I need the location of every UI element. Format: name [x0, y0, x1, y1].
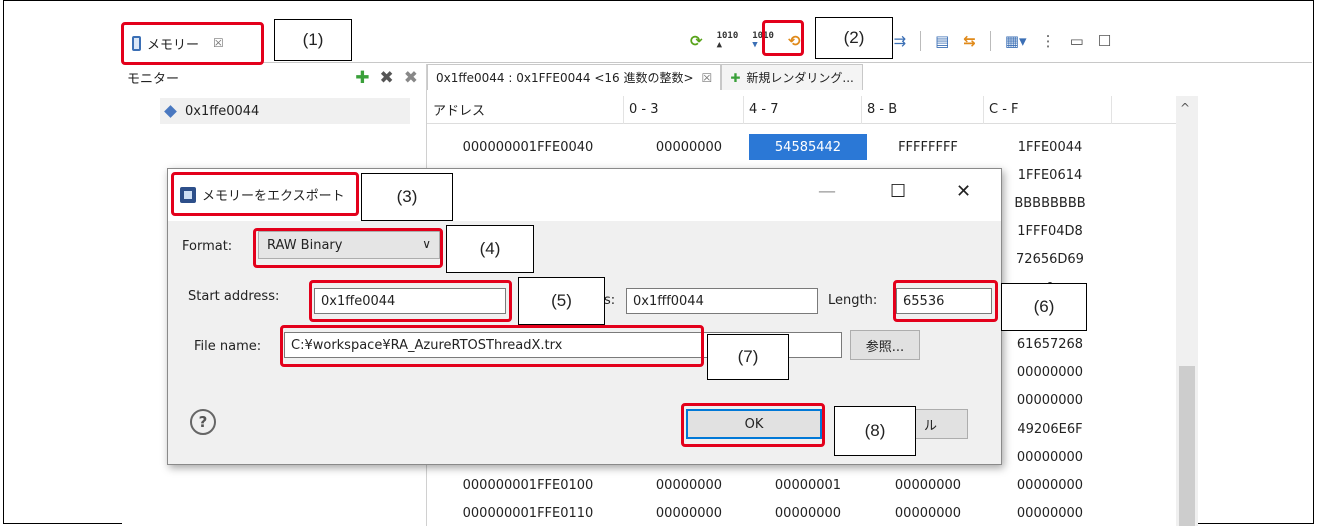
length-label: Length: [828, 293, 878, 308]
monitor-item[interactable]: 0x1ffe0044 [160, 98, 410, 124]
value-cell[interactable]: 00000000 [749, 501, 867, 527]
callout-label: (7) [707, 334, 789, 380]
toolbar-separator [920, 31, 922, 51]
value-cell[interactable]: 00000000 [629, 134, 749, 160]
value-cell[interactable]: 00000000 [989, 472, 1111, 498]
toolbar-separator [989, 31, 991, 51]
column-divider [861, 96, 862, 124]
help-icon[interactable]: ? [190, 409, 216, 435]
value-cell[interactable]: 54585442 [749, 134, 867, 160]
highlight-dialog-title [171, 172, 359, 216]
callout-label: (5) [518, 277, 605, 325]
value-cell[interactable]: 00000000 [989, 501, 1111, 527]
maximize-view-icon[interactable]: ☐ [1098, 32, 1111, 50]
value-cell[interactable]: 1FFF04D8 [989, 219, 1111, 245]
new-rendering-tab-label: 新規レンダリング... [746, 71, 854, 85]
column-divider [1111, 96, 1112, 124]
view-toolbar: ⟳ 1010 ▲ 1010 ▼ ⟲ ⇉ ▤ ⇆ ▦▾ ⋮ ▭ ☐ [690, 24, 1111, 58]
highlight-file-name [280, 325, 704, 367]
callout-label: (4) [446, 225, 534, 273]
value-cell[interactable]: 00000001 [749, 472, 867, 498]
table-icon[interactable]: ▤ [935, 32, 949, 50]
value-cell[interactable]: 72656D69 [989, 247, 1111, 273]
highlight-export-button [762, 20, 804, 56]
callout-label: (1) [274, 19, 352, 61]
file-name-label: File name: [194, 339, 262, 354]
monitors-header-label: モニター [127, 71, 180, 87]
table-row[interactable]: 000000001FFE0100 00000000 00000001 00000000… [427, 472, 1127, 498]
remove-all-monitors-icon[interactable]: ✖ [404, 68, 418, 88]
highlight-format [253, 228, 443, 268]
callout-label: (3) [361, 173, 453, 221]
rendering-tab-label: 0x1ffe0044 : 0x1FFE0044 <16 進数の整数> [436, 71, 694, 85]
value-cell[interactable]: 00000000 [989, 360, 1111, 386]
value-cell[interactable]: 00000000 [989, 444, 1111, 470]
callout-label: (2) [815, 17, 893, 59]
column-divider [623, 96, 624, 124]
highlight-ok-button [681, 403, 825, 447]
close-button[interactable]: ✕ [956, 181, 971, 202]
import-memory-icon[interactable]: 1010 ▲ [717, 32, 739, 50]
value-cell[interactable]: 00000000 [867, 472, 989, 498]
browse-button[interactable]: 参照... [850, 330, 920, 360]
new-rendering-tab[interactable]: ✚ 新規レンダリング... [721, 64, 863, 90]
minimize-view-icon[interactable]: ▭ [1070, 32, 1084, 50]
value-cell[interactable]: 49206E6F [989, 416, 1111, 442]
table-row[interactable]: 000000001FFE0110 00000000 00000000 00000000… [427, 501, 1127, 527]
column-header: 4 - 7 [749, 102, 779, 117]
minimize-button[interactable]: — [818, 181, 836, 202]
address-cell[interactable]: 000000001FFE0100 [433, 472, 623, 498]
add-monitor-icon[interactable]: ✚ [355, 68, 369, 88]
layout-icon[interactable]: ▦▾ [1005, 32, 1027, 50]
value-cell[interactable]: 00000000 [867, 501, 989, 527]
value-cell[interactable]: BBBBBBBB [989, 190, 1111, 216]
highlight-length [893, 280, 998, 322]
value-cell[interactable]: 00000000 [989, 388, 1111, 414]
value-cell[interactable]: 00000000 [629, 501, 749, 527]
scroll-up-icon[interactable]: ^ [1180, 101, 1190, 115]
highlight-start-address [309, 280, 512, 322]
column-header: 0 - 3 [629, 102, 659, 117]
scroll-thumb[interactable] [1179, 366, 1195, 526]
switch-icon[interactable]: ⇆ [963, 32, 976, 50]
rendering-tab[interactable]: 0x1ffe0044 : 0x1FFE0044 <16 進数の整数> ☒ [427, 64, 722, 90]
add-rendering-icon: ✚ [730, 70, 741, 85]
tab-divider [122, 62, 1312, 63]
start-address-label: Start address: [188, 289, 280, 304]
rendering-tabs: 0x1ffe0044 : 0x1FFE0044 <16 進数の整数> ☒ ✚ 新… [427, 64, 863, 90]
remove-monitor-icon[interactable]: ✖ [380, 68, 394, 88]
value-cell[interactable]: 1FFE0044 [989, 134, 1111, 160]
column-divider [743, 96, 744, 124]
column-header: 8 - B [867, 102, 898, 117]
column-header: アドレス [433, 104, 486, 119]
address-cell[interactable]: 000000001FFE0110 [433, 501, 623, 527]
value-cell[interactable]: 61657268 [989, 331, 1111, 357]
maximize-button[interactable]: ☐ [890, 181, 906, 202]
memory-table-header: アドレス 0 - 3 4 - 7 8 - B C - F [427, 96, 1195, 124]
end-address-input[interactable]: 0x1fff0044 [626, 288, 818, 314]
highlight-memory-tab [121, 22, 264, 65]
monitor-diamond-icon [164, 104, 177, 118]
format-label: Format: [182, 239, 233, 254]
table-row[interactable]: 000000001FFE0040 00000000 54585442 FFFFFFFF… [427, 134, 1127, 160]
close-icon[interactable]: ☒ [702, 71, 713, 85]
callout-label: (6) [1001, 283, 1087, 331]
value-cell[interactable]: 00000000 [629, 472, 749, 498]
callout-label: (8) [834, 406, 916, 456]
vertical-scrollbar[interactable]: ^ [1176, 96, 1198, 526]
link-icon[interactable]: ⇉ [894, 32, 907, 50]
column-header: C - F [989, 102, 1019, 117]
value-cell[interactable]: FFFFFFFF [867, 134, 989, 160]
view-menu-icon[interactable]: ⋮ [1041, 32, 1056, 50]
address-cell[interactable]: 000000001FFE0040 [433, 134, 623, 160]
end-address-label: s: [604, 293, 616, 308]
column-divider [983, 96, 984, 124]
monitor-actions: ✚ ✖ ✖ [355, 68, 418, 88]
refresh-icon[interactable]: ⟳ [690, 32, 703, 50]
monitor-item-label: 0x1ffe0044 [185, 103, 260, 119]
value-cell[interactable]: 1FFE0614 [989, 162, 1111, 188]
